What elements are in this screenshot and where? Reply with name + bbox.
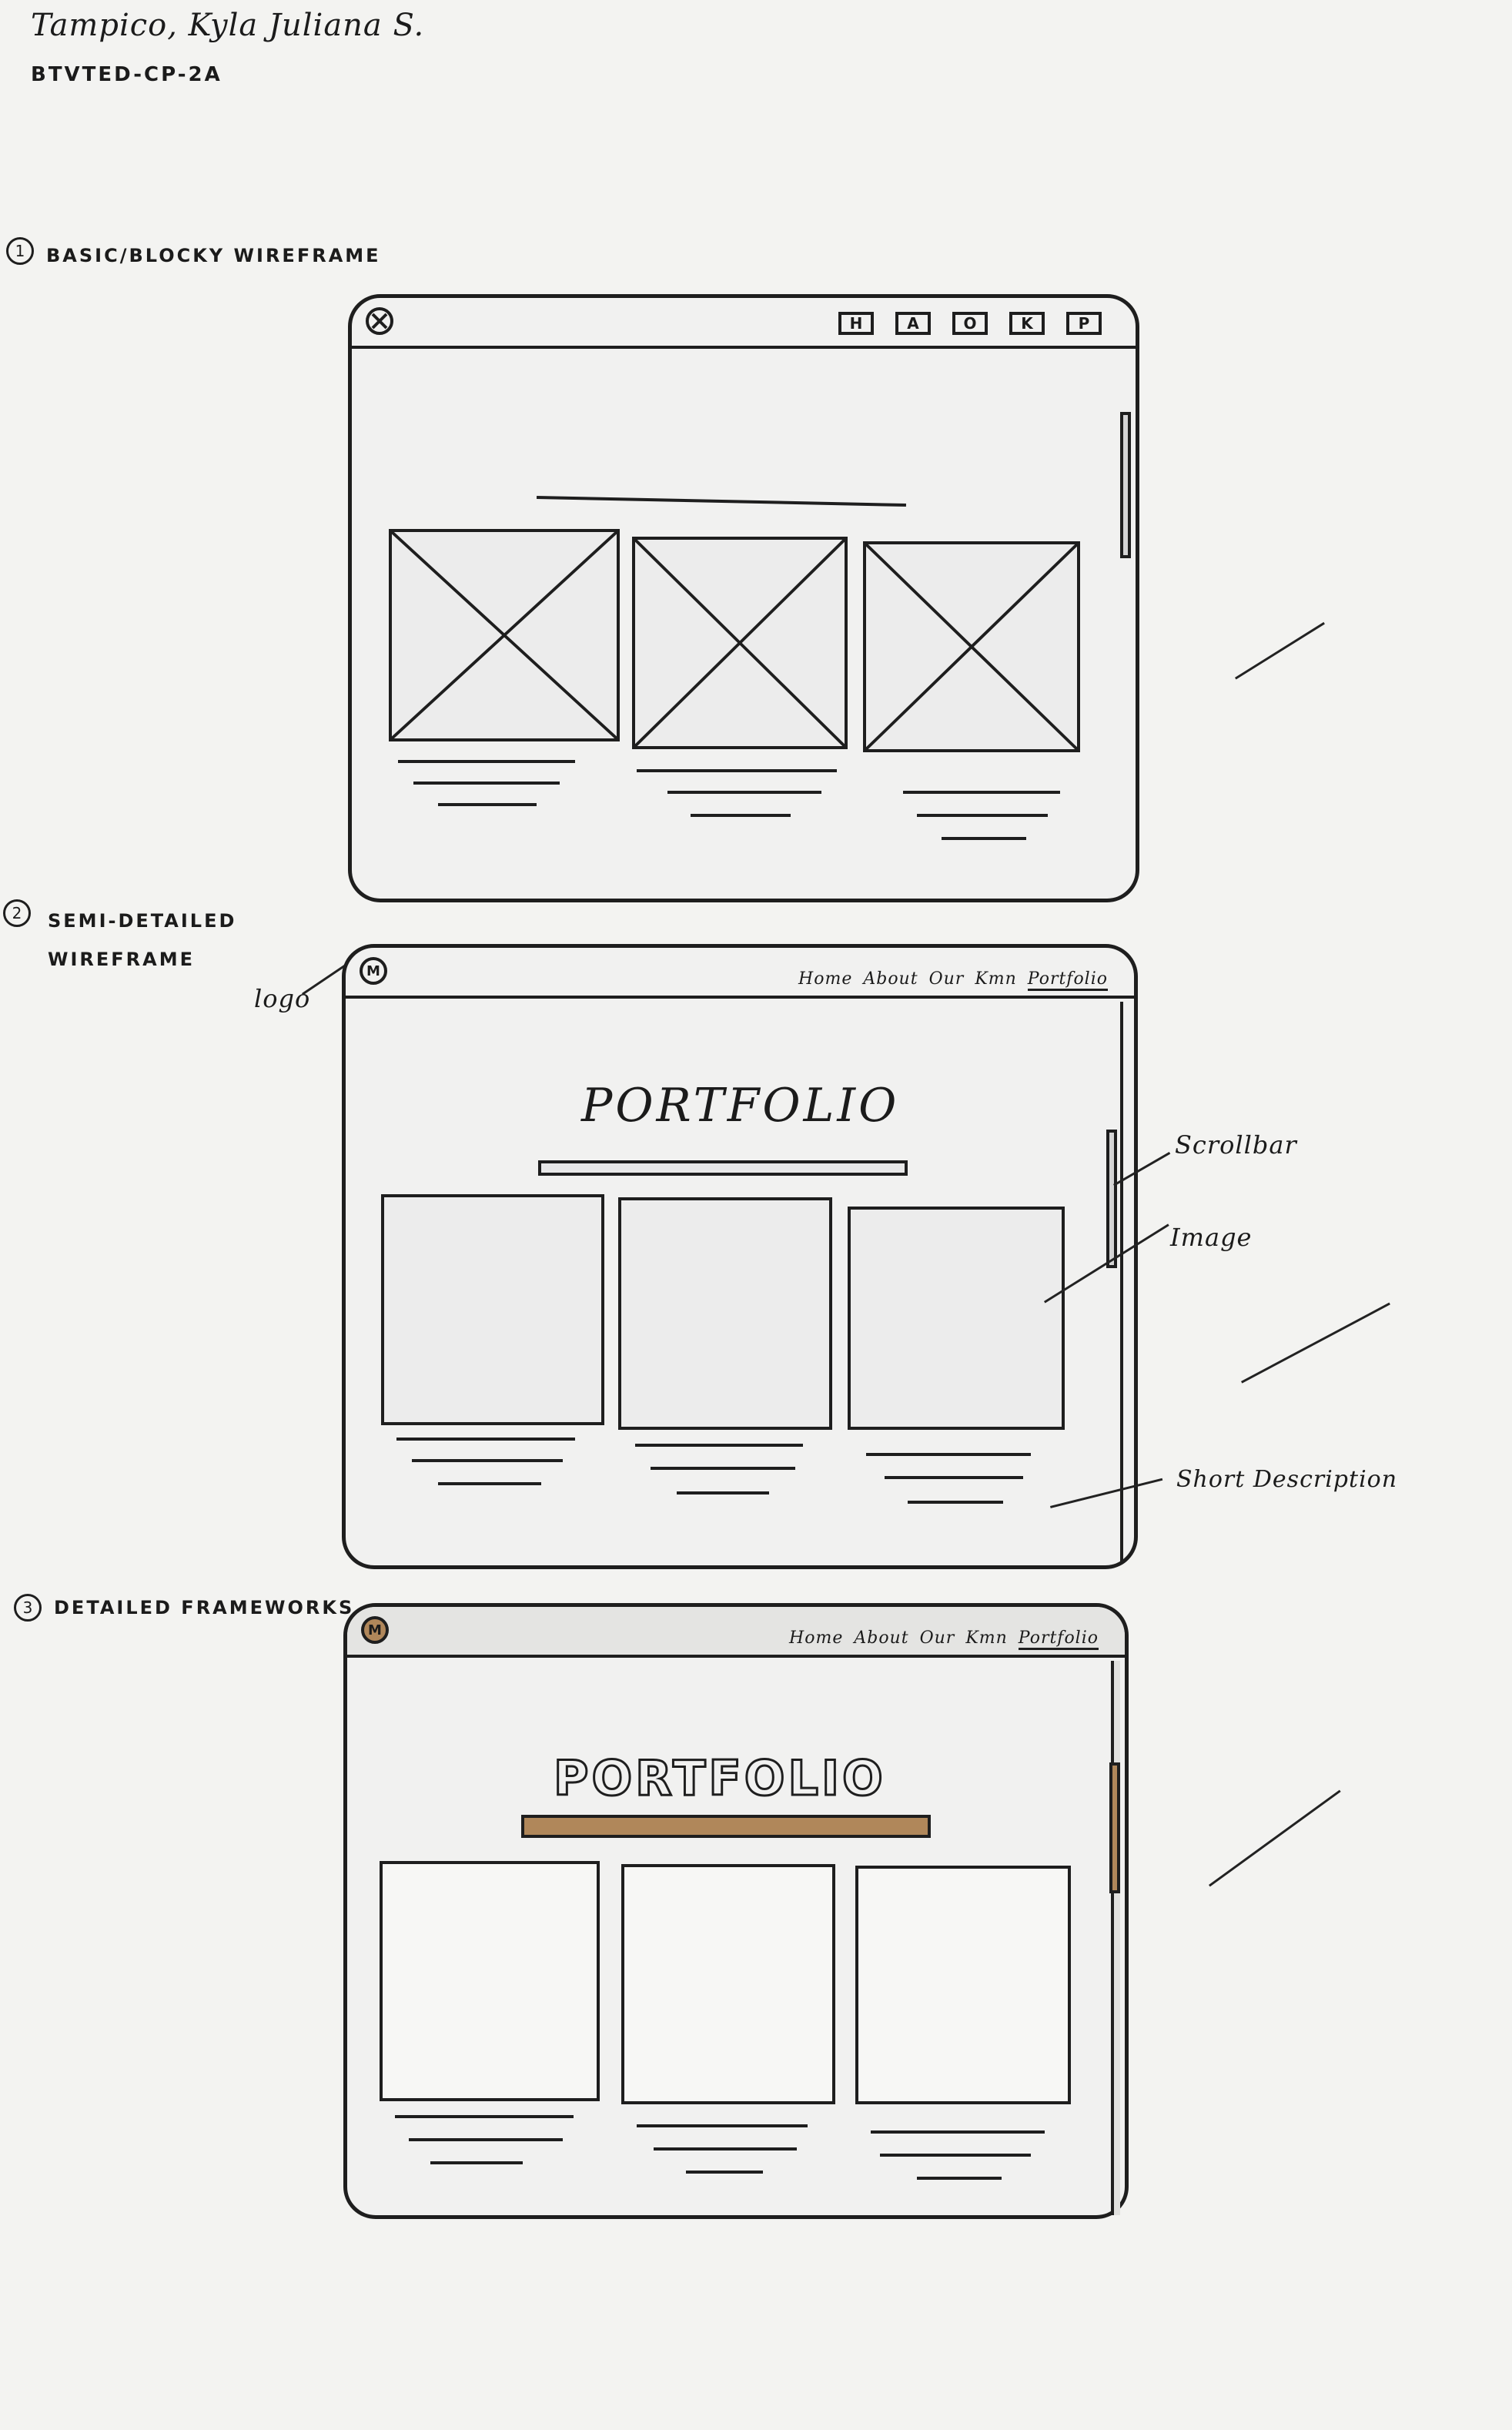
description-line: [654, 2147, 797, 2151]
nav-box-h[interactable]: H: [838, 312, 874, 335]
scrollbar[interactable]: [1106, 1130, 1117, 1268]
annotation-logo: logo: [254, 984, 311, 1013]
logo[interactable]: M: [360, 957, 387, 985]
section-3-title: DETAILED FRAMEWORKS: [54, 1597, 355, 1618]
nav-about[interactable]: About: [863, 969, 918, 991]
description-line: [395, 2115, 574, 2118]
wireframe-1: H A O K P: [348, 294, 1139, 902]
title-underline-bar: [521, 1815, 931, 1838]
section-2-number: 2: [3, 899, 31, 927]
check-mark: [1241, 1302, 1390, 1384]
section-1-title: BASIC/BLOCKY WIREFRAME: [46, 245, 381, 266]
description-line: [667, 791, 821, 794]
description-line: [885, 1476, 1023, 1479]
author-name: Tampico, Kyla Juliana S.: [31, 8, 425, 43]
image-placeholder: [855, 1866, 1071, 2104]
nav-our[interactable]: Our: [920, 1628, 955, 1650]
description-line: [635, 1444, 803, 1447]
scrollbar[interactable]: [1120, 412, 1131, 558]
annotation-short-description: Short Description: [1176, 1466, 1398, 1493]
close-icon[interactable]: [366, 307, 393, 335]
description-line: [637, 769, 837, 772]
description-line: [880, 2154, 1031, 2157]
description-line: [651, 1467, 795, 1470]
nav-box-a[interactable]: A: [895, 312, 931, 335]
nav-box-p[interactable]: P: [1066, 312, 1102, 335]
wireframe-3: M Home About Our Kmn Portfolio PORTFOLIO: [343, 1603, 1129, 2219]
section-2-title-line1: SEMI-DETAILED: [48, 910, 237, 932]
nav-about[interactable]: About: [854, 1628, 908, 1650]
description-line: [409, 2138, 563, 2141]
logo[interactable]: M: [361, 1616, 389, 1644]
scrollbar-track: [1120, 1002, 1129, 1564]
nav-our[interactable]: Our: [929, 969, 965, 991]
check-mark: [1235, 621, 1325, 680]
description-line: [908, 1501, 1003, 1504]
image-placeholder-icon: [632, 537, 848, 749]
image-placeholder: [621, 1864, 835, 2104]
image-placeholder-icon: [863, 541, 1080, 752]
description-line: [866, 1453, 1031, 1456]
nav-kmn[interactable]: Kmn: [975, 969, 1016, 991]
check-mark: [1209, 1789, 1341, 1887]
description-line: [412, 1459, 563, 1462]
nav-portfolio[interactable]: Portfolio: [1027, 969, 1108, 991]
nav-box-k[interactable]: K: [1009, 312, 1045, 335]
description-line: [871, 2130, 1045, 2134]
section-3-number: 3: [14, 1594, 42, 1622]
wireframe-2: M Home About Our Kmn Portfolio PORTFOLIO: [342, 944, 1138, 1569]
description-line: [686, 2171, 763, 2174]
section-2-title-line2: WIREFRAME: [48, 949, 196, 970]
description-line: [396, 1438, 575, 1441]
class-section: BTVTED-CP-2A: [31, 63, 222, 86]
description-line: [677, 1491, 769, 1494]
description-line: [691, 814, 791, 817]
image-placeholder: [848, 1207, 1065, 1430]
page-title: PORTFOLIO: [553, 1749, 886, 1808]
description-line: [398, 760, 575, 763]
description-line: [637, 2124, 808, 2127]
nav-links: Home About Our Kmn Portfolio: [789, 1628, 1099, 1650]
description-line: [438, 1482, 541, 1485]
description-line: [413, 782, 560, 785]
title-underline-bar: [538, 1160, 908, 1176]
page-title: PORTFOLIO: [581, 1079, 900, 1133]
nav-home[interactable]: Home: [798, 969, 852, 991]
description-line: [903, 791, 1060, 794]
nav-links: Home About Our Kmn Portfolio: [798, 969, 1108, 991]
title-placeholder-line: [537, 495, 906, 507]
nav-kmn[interactable]: Kmn: [965, 1628, 1007, 1650]
nav-box-o[interactable]: O: [952, 312, 988, 335]
nav-home[interactable]: Home: [789, 1628, 843, 1650]
description-line: [438, 803, 537, 806]
description-line: [917, 814, 1048, 817]
scrollbar-track: [1111, 1661, 1120, 2215]
annotation-image: Image: [1170, 1223, 1253, 1252]
description-line: [942, 837, 1026, 840]
section-1-number: 1: [6, 237, 34, 265]
image-placeholder-icon: [389, 529, 620, 741]
annotation-scrollbar: Scrollbar: [1175, 1130, 1297, 1160]
image-placeholder: [618, 1197, 832, 1430]
scrollbar[interactable]: [1109, 1762, 1120, 1893]
nav-portfolio[interactable]: Portfolio: [1018, 1628, 1099, 1650]
description-line: [917, 2177, 1002, 2180]
image-placeholder: [381, 1194, 604, 1425]
description-line: [430, 2161, 523, 2164]
image-placeholder: [380, 1861, 600, 2101]
